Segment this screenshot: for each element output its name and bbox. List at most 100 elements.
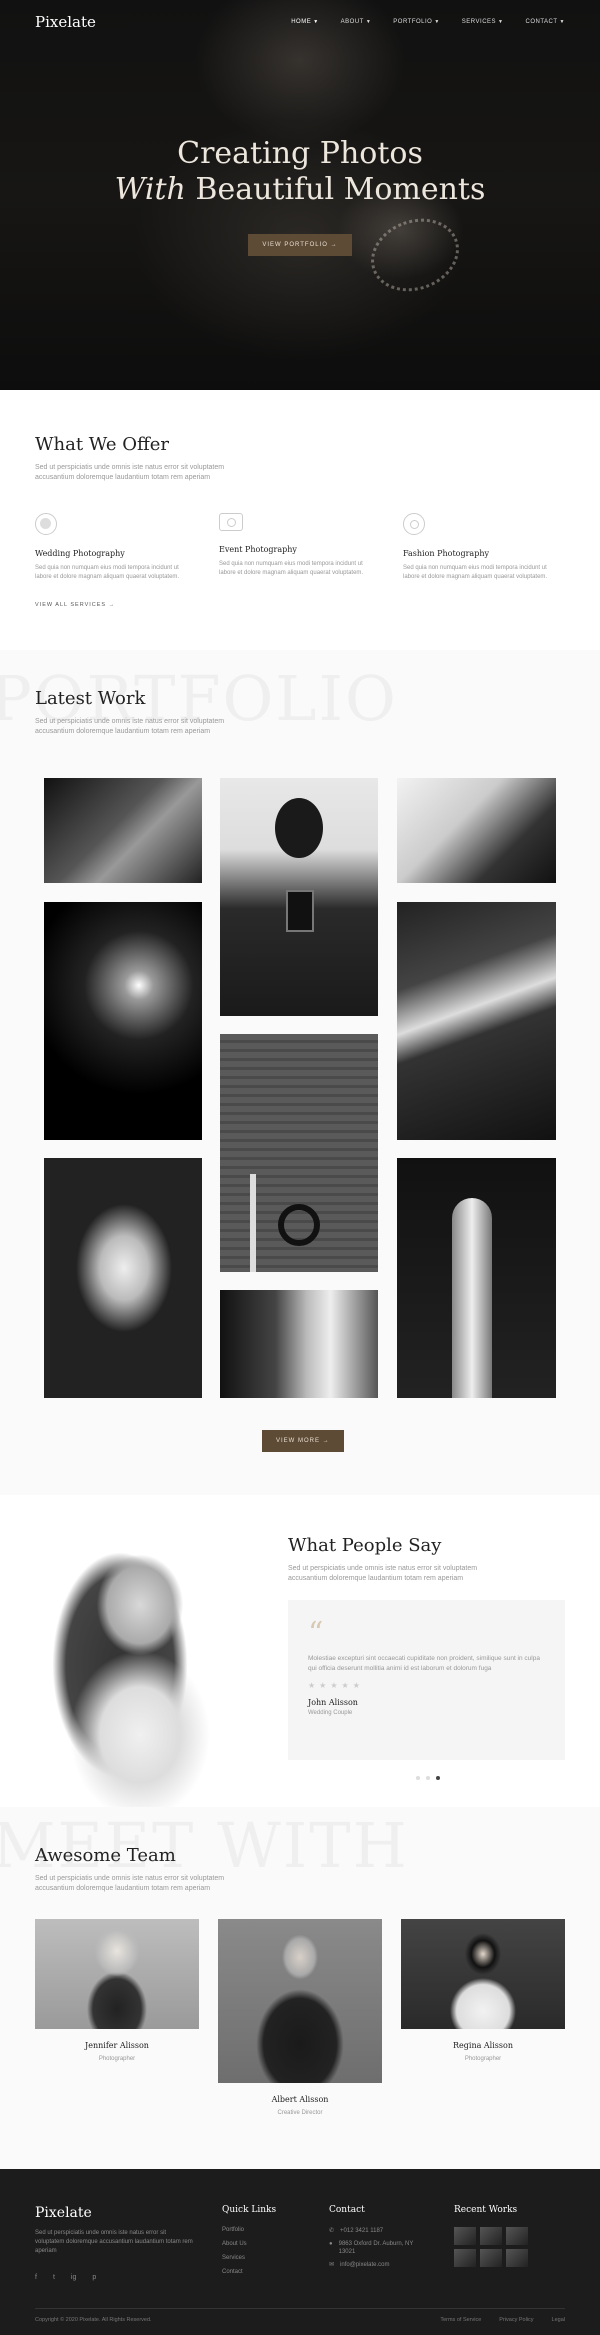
ring-icon	[35, 513, 57, 535]
footer-description: Sed ut perspiciatis unde omnis iste natu…	[35, 2230, 193, 2254]
portfolio-gallery	[44, 778, 556, 1398]
gallery-photo-man-camera[interactable]	[220, 778, 378, 1016]
team-member-name: Albert Alisson	[271, 2095, 329, 2104]
brand-logo[interactable]: Pixelate	[35, 13, 96, 31]
nav-item-services[interactable]: SERVICES ▼	[462, 19, 504, 25]
team-subtitle: Sed ut perspiciatis unde omnis iste natu…	[35, 1875, 225, 1892]
team-member-card[interactable]: Albert Alisson Creative Director	[218, 1919, 382, 2116]
testimonial-author: John Alisson	[308, 1698, 358, 1707]
hero-title: Creating Photos With Beautiful Moments	[114, 136, 486, 207]
facebook-icon[interactable]: f	[35, 2274, 37, 2281]
chevron-down-icon: ▼	[365, 19, 372, 25]
chevron-down-icon: ▼	[498, 19, 504, 25]
offer-subtitle: Sed ut perspiciatis unde omnis iste natu…	[35, 464, 225, 481]
location-icon: ●	[329, 2241, 333, 2247]
service-item: Event Photography Sed quia non numquam e…	[219, 513, 381, 582]
service-title[interactable]: Fashion Photography	[403, 549, 565, 558]
team-section: MEET WITH Awesome Team Sed ut perspiciat…	[0, 1807, 600, 2169]
service-desc: Sed quia non numquam eius modi tempora i…	[35, 565, 180, 580]
recent-work-thumb[interactable]	[480, 2249, 502, 2267]
service-item: Fashion Photography Sed quia non numquam…	[403, 513, 565, 582]
carousel-dot[interactable]	[426, 1776, 430, 1780]
footer-link-services[interactable]: Services	[222, 2255, 276, 2261]
services-list: Wedding Photography Sed quia non numquam…	[35, 513, 565, 582]
carousel-dot-active[interactable]	[436, 1776, 440, 1780]
camera-icon	[219, 513, 243, 531]
footer-quick-links: Quick Links Portfolio About Us Services …	[222, 2205, 276, 2275]
instagram-icon[interactable]: ig	[71, 2274, 76, 2281]
testimonial-card: “ Molestiae excepturi sint occaecati cup…	[288, 1600, 565, 1760]
team-member-photo	[401, 1919, 565, 2029]
work-section: PORTFOLIO Latest Work Sed ut perspiciati…	[0, 650, 600, 1495]
footer-link-portfolio[interactable]: Portfolio	[222, 2227, 276, 2233]
chevron-down-icon: ▼	[559, 19, 565, 25]
gallery-photo-statue-liberty[interactable]	[397, 1158, 556, 1398]
footer-quick-title: Quick Links	[222, 2205, 277, 2215]
gallery-photo-couple-kiss[interactable]	[44, 902, 202, 1140]
team-member-role: Creative Director	[277, 2110, 323, 2116]
team-member-card[interactable]: Jennifer Alisson Photographer	[35, 1919, 199, 2062]
footer: Pixelate Sed ut perspiciatis unde omnis …	[0, 2169, 600, 2335]
recent-work-thumb[interactable]	[454, 2249, 476, 2267]
footer-email[interactable]: info@pixelate.com	[340, 2261, 389, 2269]
footer-link-about[interactable]: About Us	[222, 2241, 276, 2247]
recent-work-thumb[interactable]	[480, 2227, 502, 2245]
view-all-services-link[interactable]: VIEW ALL SERVICES →	[35, 602, 115, 608]
view-more-button[interactable]: VIEW MORE →	[262, 1430, 344, 1452]
main-nav: HOME ▼ ABOUT ▼ PORTFOLIO ▼ SERVICES ▼ CONTAC…	[291, 19, 565, 25]
testimonial-woman-image	[40, 1535, 240, 1807]
testimonial-role: Wedding Couple	[308, 1710, 353, 1716]
gallery-photo-road[interactable]	[397, 902, 556, 1140]
rating-stars: ★★★★★	[308, 1681, 364, 1690]
service-title[interactable]: Event Photography	[219, 545, 381, 554]
gallery-photo-woman-sitting[interactable]	[397, 778, 556, 883]
terms-link[interactable]: Terms of Service	[440, 2317, 481, 2323]
carousel-dot[interactable]	[416, 1776, 420, 1780]
service-title[interactable]: Wedding Photography	[35, 549, 197, 558]
chevron-down-icon: ▼	[434, 19, 440, 25]
footer-phone: +012 3421 1187	[340, 2228, 384, 2234]
hero-content: Creating Photos With Beautiful Moments V…	[0, 136, 600, 256]
footer-link-contact[interactable]: Contact	[222, 2269, 276, 2275]
gallery-photo-bride-tiara[interactable]	[44, 1158, 202, 1398]
recent-works-grid	[454, 2227, 528, 2267]
recent-work-thumb[interactable]	[454, 2227, 476, 2245]
offer-section: What We Offer Sed ut perspiciatis unde o…	[0, 390, 600, 650]
legal-link[interactable]: Legal	[552, 2317, 565, 2323]
gallery-photo-wedding-couple[interactable]	[220, 1290, 378, 1398]
footer-about: Pixelate Sed ut perspiciatis unde omnis …	[35, 2205, 195, 2281]
flower-icon	[403, 513, 425, 535]
service-desc: Sed quia non numquam eius modi tempora i…	[403, 565, 548, 580]
nav-item-portfolio[interactable]: PORTFOLIO ▼	[393, 19, 440, 25]
gallery-photo-hands[interactable]	[44, 778, 202, 883]
view-portfolio-button[interactable]: VIEW PORTFOLIO →	[248, 234, 352, 256]
nav-item-home[interactable]: HOME ▼	[291, 19, 318, 25]
service-desc: Sed quia non numquam eius modi tempora i…	[219, 561, 364, 576]
recent-work-thumb[interactable]	[506, 2227, 528, 2245]
recent-work-thumb[interactable]	[506, 2249, 528, 2267]
team-member-role: Photographer	[98, 2056, 136, 2062]
social-links: f t ig p	[35, 2274, 195, 2281]
footer-recent-works: Recent Works	[454, 2205, 528, 2267]
gallery-photo-motorcycle[interactable]	[220, 1034, 378, 1272]
pinterest-icon[interactable]: p	[92, 2274, 96, 2281]
team-member-name: Jennifer Alisson	[85, 2041, 149, 2050]
nav-item-contact[interactable]: CONTACT ▼	[525, 19, 565, 25]
work-subtitle: Sed ut perspiciatis unde omnis iste natu…	[35, 718, 225, 735]
copyright-text: Copyright © 2020 Pixelate. All Rights Re…	[35, 2317, 152, 2323]
team-grid: Jennifer Alisson Photographer Albert Ali…	[35, 1919, 565, 2159]
team-member-photo	[218, 1919, 382, 2083]
footer-logo[interactable]: Pixelate	[35, 2205, 195, 2221]
footer-contact: Contact ✆ +012 3421 1187 ● 9863 Oxford Dr.…	[329, 2205, 429, 2269]
hero-section: Pixelate HOME ▼ ABOUT ▼ PORTFOLIO ▼ SERVICE…	[0, 0, 600, 390]
privacy-link[interactable]: Privacy Policy	[499, 2317, 533, 2323]
footer-recent-title: Recent Works	[454, 2205, 518, 2215]
nav-item-about[interactable]: ABOUT ▼	[341, 19, 372, 25]
footer-contact-title: Contact	[329, 2205, 365, 2215]
phone-icon: ✆	[329, 2228, 335, 2234]
quote-icon: “	[308, 1616, 324, 1651]
twitter-icon[interactable]: t	[53, 2274, 55, 2281]
testimonials-section: What People Say Sed ut perspiciatis unde…	[0, 1495, 600, 1807]
team-member-card[interactable]: Regina Alisson Photographer	[401, 1919, 565, 2062]
team-member-photo	[35, 1919, 199, 2029]
